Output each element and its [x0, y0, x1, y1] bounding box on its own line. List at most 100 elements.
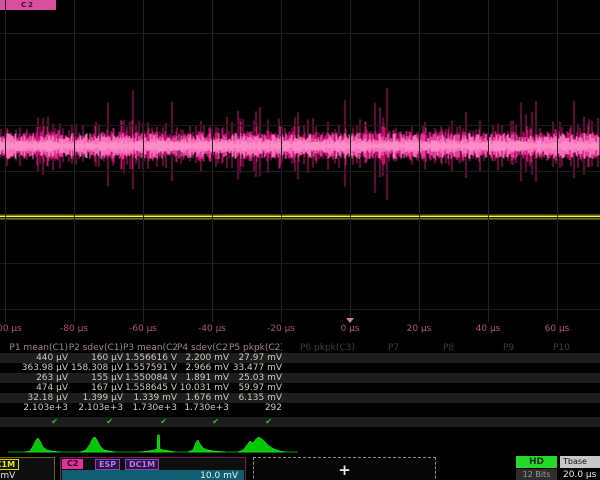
stats-row-value: 440 µV 160 µV 1.556616 V 2.200 mV 27.97 …	[0, 353, 600, 363]
channel-descriptor-bar: DC1M 0 mV C2 ESP DC1M 10.0 mV + HD 12 Bi…	[0, 456, 600, 480]
histicon-p1[interactable]	[25, 438, 60, 452]
gridline	[0, 125, 600, 126]
stat-value: 10.031 mV	[177, 383, 229, 393]
stat-value: 33.477 mV	[229, 363, 282, 373]
stat-value: 2.200 mV	[177, 353, 229, 363]
param-header-p4[interactable]: P4 sdev(C2)	[177, 343, 229, 353]
param-header-p1[interactable]: P1 mean(C1)	[0, 343, 68, 353]
timebase-label: Tbase	[560, 456, 600, 468]
axis-tick: -100 µs	[0, 324, 22, 334]
param-header-p10[interactable]: P10	[553, 343, 570, 353]
measurement-header-row: P1 mean(C1) P2 sdev(C1) P3 mean(C2) P4 s…	[0, 343, 600, 353]
axis-tick: 60 µs	[545, 324, 570, 334]
stat-value: 440 µV	[0, 353, 68, 363]
stat-value: 263 µV	[0, 373, 68, 383]
stat-value: 2.966 mV	[177, 363, 229, 373]
c1-coupling-badge: DC1M	[0, 459, 19, 470]
histicon-p2[interactable]	[80, 437, 115, 452]
stats-row-min: 263 µV 155 µV 1.550084 V 1.891 mV 25.03 …	[0, 373, 600, 383]
gridline	[557, 0, 558, 322]
status-check-icon: ✔	[0, 417, 68, 427]
histicon-p3[interactable]	[140, 435, 175, 452]
gridline	[0, 33, 600, 34]
stats-row-status: ✔ ✔ ✔ ✔ ✔	[0, 417, 600, 427]
channel-c2-descriptor[interactable]: C2 ESP DC1M 10.0 mV	[60, 457, 246, 480]
c2-coupling-badge: DC1M	[125, 459, 159, 470]
measurement-table: P1 mean(C1) P2 sdev(C1) P3 mean(C2) P4 s…	[0, 343, 600, 431]
add-trace-button[interactable]: +	[253, 457, 436, 480]
axis-tick: -20 µs	[267, 324, 295, 334]
stat-value: 1.557591 V	[123, 363, 177, 373]
stat-value: 363.98 µV	[0, 363, 68, 373]
stat-value: 25.03 mV	[229, 373, 282, 383]
axis-tick: -40 µs	[198, 324, 226, 334]
stat-value: 155 µV	[68, 373, 123, 383]
stat-value: 1.339 mV	[123, 393, 177, 403]
param-header-p6[interactable]: P6 pkpk(C3)	[300, 343, 355, 353]
histicon-p4[interactable]	[188, 440, 225, 452]
gridline	[212, 0, 213, 322]
param-header-p5[interactable]: P5 pkpk(C2)	[229, 343, 282, 353]
timebase-value: 20.0 µs	[560, 469, 600, 480]
stat-value: 1.550084 V	[123, 373, 177, 383]
gridline	[143, 0, 144, 322]
status-check-icon: ✔	[68, 417, 123, 427]
status-check-icon: ✔	[177, 417, 229, 427]
stat-value: 1.558645 V	[123, 383, 177, 393]
gridline	[488, 0, 489, 322]
c2-channel-badge: C2	[62, 459, 83, 469]
stat-value: 1.891 mV	[177, 373, 229, 383]
stat-value: 6.135 mV	[229, 393, 282, 403]
stats-row-sdev: 32.18 µV 1.399 µV 1.339 mV 1.676 mV 6.13…	[0, 393, 600, 403]
channel-c1-descriptor[interactable]: DC1M 0 mV	[0, 457, 55, 480]
stat-value: 474 µV	[0, 383, 68, 393]
axis-tick: -80 µs	[60, 324, 88, 334]
param-header-p3[interactable]: P3 mean(C2)	[123, 343, 177, 353]
gridline	[0, 171, 600, 172]
histicon-strip	[0, 431, 600, 455]
c2-scale-value: 10.0 mV	[62, 470, 244, 480]
gridline	[5, 0, 6, 322]
histicon-graphics[interactable]	[0, 431, 600, 455]
gridline	[281, 0, 282, 322]
stat-value: 1.730e+3	[123, 403, 177, 413]
timebase-descriptor[interactable]: Tbase 20.0 µs	[560, 456, 600, 480]
hd-mode-badge[interactable]: HD	[516, 456, 557, 468]
stat-value: 1.399 µV	[68, 393, 123, 403]
status-check-icon: ✔	[229, 417, 282, 427]
hd-bits-label: 12 Bits	[516, 469, 557, 480]
axis-tick: 20 µs	[407, 324, 432, 334]
stat-value: 158.308 µV	[68, 363, 123, 373]
stat-value: 1.730e+3	[177, 403, 229, 413]
axis-tick: 0 µs	[340, 324, 359, 334]
gridline	[350, 0, 351, 322]
stat-value: 27.97 mV	[229, 353, 282, 363]
stat-value: 2.103e+3	[0, 403, 68, 413]
gridline	[74, 0, 75, 322]
gridline	[0, 309, 600, 310]
param-header-p9[interactable]: P9	[503, 343, 514, 353]
stat-value: 32.18 µV	[0, 393, 68, 403]
stat-value: 59.97 mV	[229, 383, 282, 393]
gridline	[0, 217, 600, 218]
stat-value: 1.676 mV	[177, 393, 229, 403]
c1-scale-value: 0 mV	[0, 470, 54, 480]
gridline	[0, 79, 600, 80]
gridline	[419, 0, 420, 322]
stats-row-max: 474 µV 167 µV 1.558645 V 10.031 mV 59.97…	[0, 383, 600, 393]
param-header-p8[interactable]: P8	[443, 343, 454, 353]
waveform-grid: C2	[0, 0, 600, 322]
c2-esp-badge: ESP	[95, 459, 120, 470]
param-header-p7[interactable]: P7	[388, 343, 399, 353]
trace-annotation-label[interactable]: C2	[0, 0, 56, 10]
status-check-icon: ✔	[123, 417, 177, 427]
trigger-position-marker[interactable]	[346, 318, 354, 323]
time-axis: -100 µs -80 µs -60 µs -40 µs -20 µs 0 µs…	[0, 322, 600, 337]
histicon-p5[interactable]	[238, 437, 285, 452]
stat-value: 167 µV	[68, 383, 123, 393]
stat-value: 1.556616 V	[123, 353, 177, 363]
stats-row-num: 2.103e+3 2.103e+3 1.730e+3 1.730e+3 292	[0, 403, 600, 413]
gridline	[0, 263, 600, 264]
stat-value: 160 µV	[68, 353, 123, 363]
param-header-p2[interactable]: P2 sdev(C1)	[68, 343, 123, 353]
